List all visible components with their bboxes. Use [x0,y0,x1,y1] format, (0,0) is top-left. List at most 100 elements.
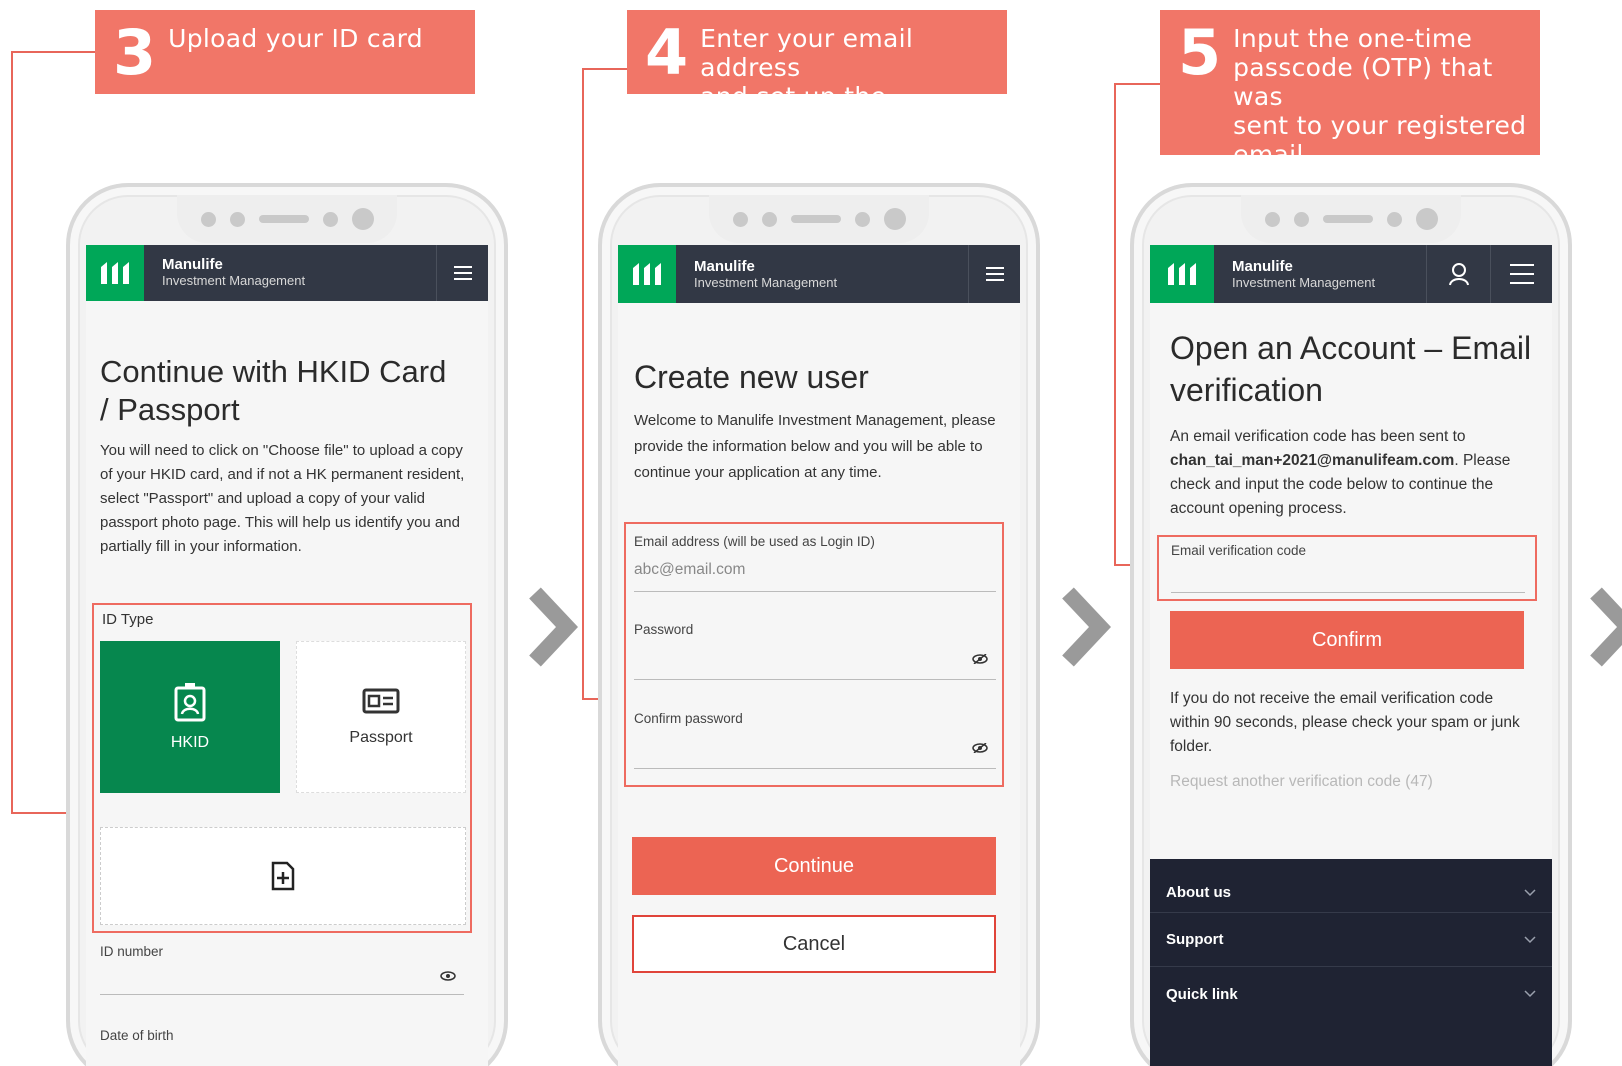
page-content: Create new user Welcome to Manulife Inve… [618,303,1020,486]
footer-support[interactable]: Support [1150,913,1552,967]
confirm-password-field[interactable]: Confirm password [634,711,996,769]
page-content: Open an Account – Email verification An … [1150,303,1552,521]
menu-button[interactable] [1490,245,1552,303]
manulife-logo-icon[interactable] [618,245,676,303]
page-title: Open an Account – Email verification [1170,327,1532,411]
menu-button[interactable] [968,245,1020,303]
id-type-label: ID Type [102,611,154,628]
phone-notch [709,195,929,243]
step-4-callout: 4 Enter your email address and set up th… [627,10,1007,140]
step-text-line: email [1233,140,1304,169]
step-5-callout: 5 Input the one-time passcode (OTP) that… [1160,10,1540,169]
brand-title: Manulife [162,256,223,273]
step-text-line: and set up the password [700,82,887,140]
step-text: Upload your ID card [168,24,423,53]
confirm-password-label: Confirm password [634,711,743,726]
resend-code-link[interactable]: Request another verification code (47) [1170,773,1433,791]
app-header: Manulife Investment Management [618,245,1020,303]
manulife-logo-icon[interactable] [1150,245,1214,303]
phone-email-verification: Manulife Investment Management Open an A… [1130,183,1572,1066]
eye-icon[interactable] [440,971,456,981]
id-number-label: ID number [100,944,164,959]
instructions: You will need to click on "Choose file" … [100,442,465,555]
title-line: verification [1170,372,1323,408]
code-label: Email verification code [1171,543,1307,558]
phone-upload-id: Manulife Investment Management Continue … [66,183,508,1066]
step-number: 3 [113,16,157,89]
brand-title: Manulife [1232,258,1293,275]
password-label: Password [634,622,694,637]
title-line: / Passport [100,392,240,427]
email-placeholder: abc@email.com [634,561,746,578]
step-text: Input the one-time passcode (OTP) that w… [1233,24,1540,169]
brand-name: Manulife Investment Management [1214,245,1426,303]
email-field[interactable]: Email address (will be used as Login ID)… [634,534,996,592]
email-label: Email address (will be used as Login ID) [634,534,875,549]
instructions: An email verification code has been sent… [1170,428,1511,517]
next-arrow-icon [529,587,578,667]
id-option-passport[interactable]: Passport [296,641,466,793]
chevron-down-icon [1524,888,1536,896]
id-option-label: Passport [349,729,413,746]
dob-label: Date of birth [100,1028,174,1043]
instructions: Welcome to Manulife Investment Managemen… [634,412,996,481]
profile-button[interactable] [1426,245,1490,303]
page-title: Create new user [634,359,869,395]
footer-quick-link[interactable]: Quick link [1150,967,1552,1021]
id-option-hkid[interactable]: HKID [100,641,280,793]
password-field[interactable]: Password [634,622,996,680]
chevron-down-icon [1524,990,1536,998]
step-text: Enter your email address and set up the … [700,24,1007,140]
footer-label: Quick link [1166,985,1238,1003]
menu-button[interactable] [436,245,488,301]
confirm-button[interactable]: Confirm [1170,611,1524,669]
page-title: Continue with HKID Card / Passport [100,353,474,429]
manulife-logo-icon[interactable] [86,245,144,301]
page-content: Continue with HKID Card / Passport You w… [86,301,488,559]
hamburger-icon [453,266,472,280]
footer-label: About us [1166,884,1231,901]
app-header: Manulife Investment Management [1150,245,1552,303]
footer: About us Support Quick link [1150,859,1552,1066]
phone-create-user: Manulife Investment Management Create ne… [598,183,1040,1066]
step-number: 4 [645,16,689,89]
passport-icon [362,688,400,714]
brand-subtitle: Investment Management [1232,275,1376,290]
step-text-line: passcode (OTP) that was [1233,53,1493,111]
id-type-section: ID Type HKID Passport [92,603,472,933]
step-number: 5 [1178,16,1222,89]
code-section: Email verification code [1157,535,1537,601]
phone-notch [177,195,397,243]
id-option-label: HKID [170,734,210,751]
continue-button[interactable]: Continue [632,837,996,895]
brand-name: Manulife Investment Management [144,245,436,301]
eye-off-icon[interactable] [972,743,988,753]
instructions-line: An email verification code has been sent… [1170,428,1466,445]
hamburger-icon [1509,264,1534,284]
title-line: Continue with HKID Card [100,354,447,389]
footer-about-us[interactable]: About us [1150,859,1552,913]
step-text-line: Input the one-time [1233,24,1473,53]
phone-notch [1241,195,1461,243]
registered-email: chan_tai_man+2021@manulifeam.com [1170,452,1455,469]
stage: 3 Upload your ID card 4 Enter your email… [0,0,1622,1066]
chevron-down-icon [1524,935,1536,943]
footer-label: Support [1166,931,1224,948]
brand-subtitle: Investment Management [694,275,838,290]
next-arrow-icon [1062,587,1111,667]
step-text-line: sent to your registered [1233,111,1527,140]
app-header: Manulife Investment Management [86,245,488,301]
upload-dropzone[interactable] [100,827,466,925]
phone-screen: Manulife Investment Management Create ne… [618,245,1020,1066]
id-number-field[interactable]: ID number [100,943,464,995]
verification-code-field[interactable]: Email verification code [1171,543,1525,593]
brand-name: Manulife Investment Management [676,245,968,303]
next-arrow-icon [1590,587,1622,667]
spam-note: If you do not receive the email verifica… [1170,690,1520,755]
eye-off-icon[interactable] [972,654,988,664]
phone-screen: Manulife Investment Management Continue … [86,245,488,1066]
hamburger-icon [985,267,1004,281]
title-line: Open an Account – Email [1170,330,1532,366]
id-badge-icon [174,683,206,722]
cancel-button[interactable]: Cancel [632,915,996,973]
